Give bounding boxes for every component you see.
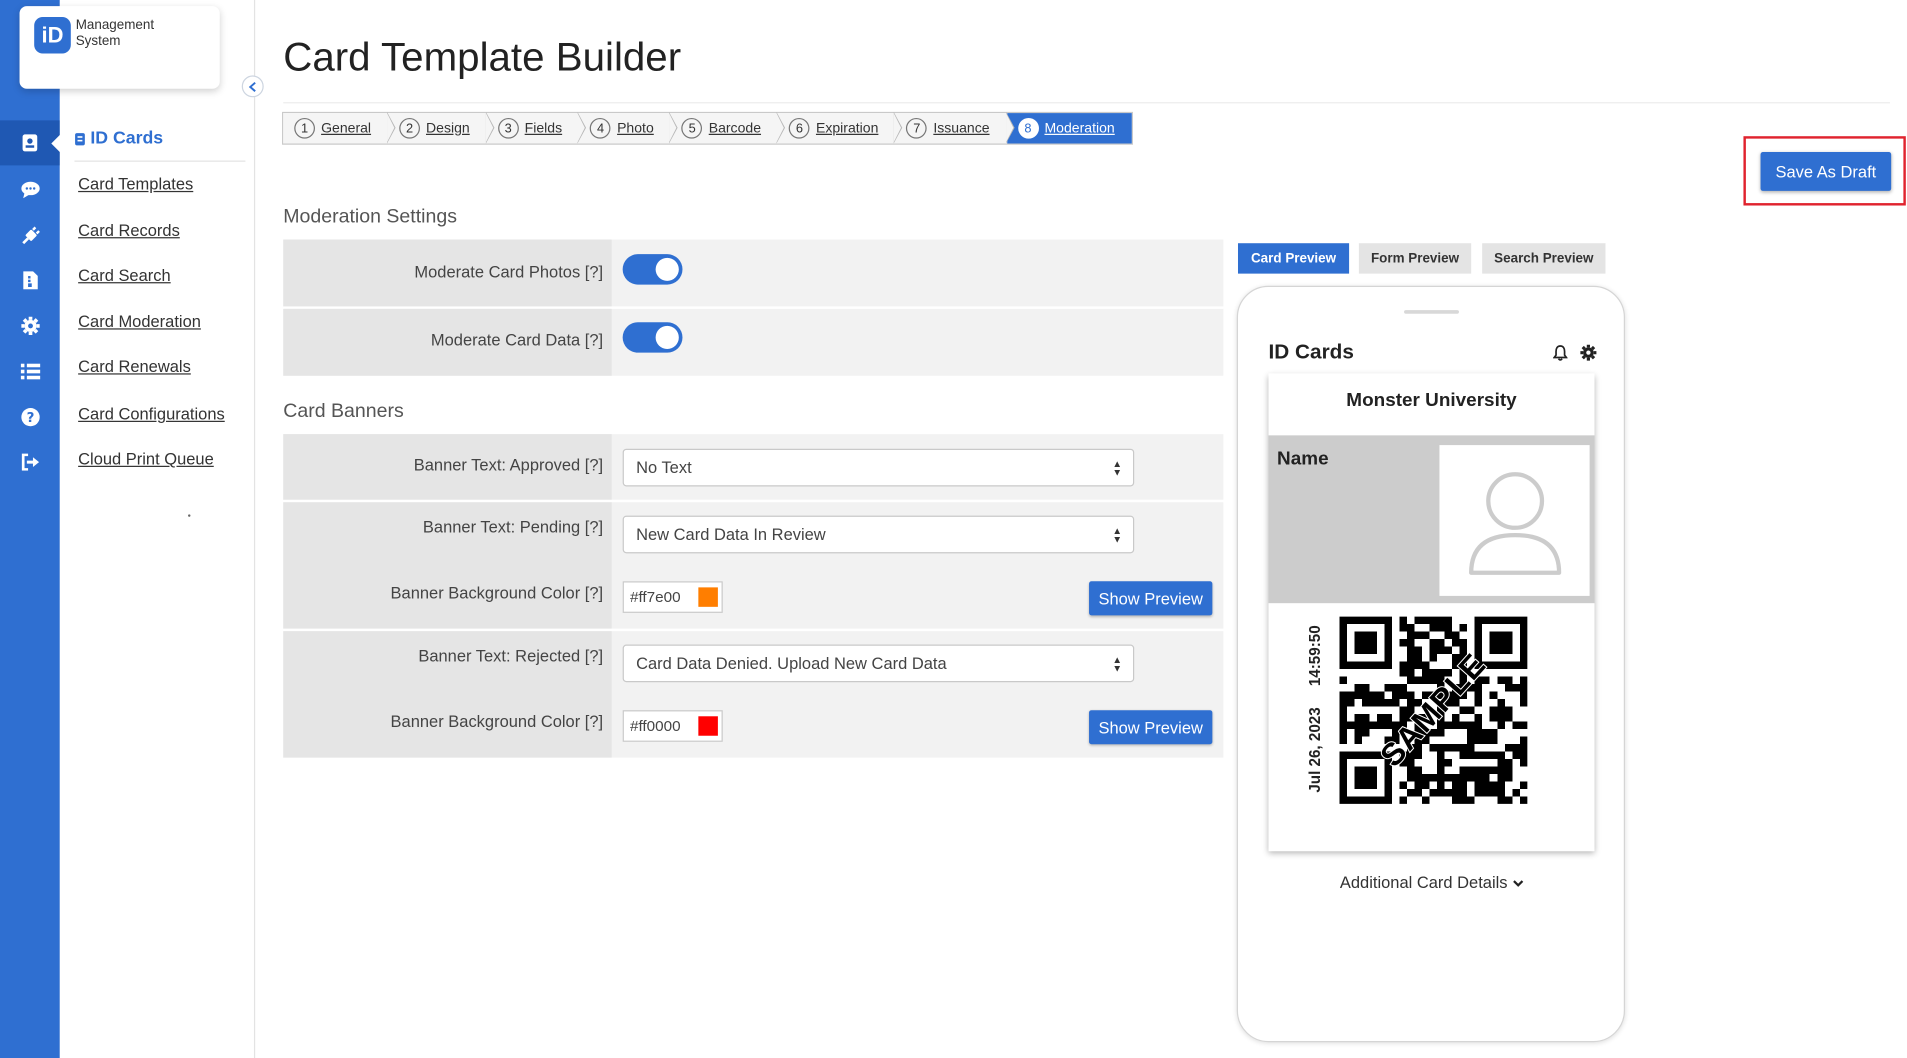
show-preview-pending-button[interactable]: Show Preview bbox=[1089, 581, 1213, 616]
additional-card-details-toggle[interactable]: Additional Card Details bbox=[1269, 873, 1595, 891]
step-general[interactable]: 1 General bbox=[283, 111, 396, 144]
nav-section-title: ID Cards bbox=[74, 129, 163, 148]
collapse-sidebar-button[interactable] bbox=[241, 75, 264, 98]
banner-rejected-select[interactable]: Card Data Denied. Upload New Card Data ▲… bbox=[622, 644, 1135, 683]
chevron-down-icon bbox=[1512, 880, 1523, 887]
banner-approved-select[interactable]: No Text ▲ ▼ bbox=[622, 448, 1135, 487]
banner-rejected-color-input[interactable]: #ff0000 bbox=[622, 710, 723, 742]
moderate-data-label: Moderate Card Data [?] bbox=[430, 330, 604, 350]
banner-approved-label: Banner Text: Approved [?] bbox=[413, 456, 604, 475]
gear-icon[interactable] bbox=[1580, 344, 1597, 361]
step-moderation[interactable]: 8 Moderation bbox=[1006, 113, 1132, 144]
save-as-draft-button[interactable]: Save As Draft bbox=[1760, 152, 1892, 191]
preview-app-title: ID Cards bbox=[1268, 340, 1354, 364]
card-timestamp: Jul 26, 2023 14:59:50 bbox=[1306, 625, 1324, 793]
gear-icon[interactable] bbox=[0, 303, 60, 348]
user-placeholder-icon bbox=[1468, 472, 1561, 575]
step-fields[interactable]: 3 Fields bbox=[486, 111, 587, 144]
sidebar-nav bbox=[59, 0, 256, 1058]
nav-link-card-configurations[interactable]: Card Configurations bbox=[78, 405, 225, 423]
phone-notch bbox=[1404, 310, 1459, 314]
nav-link-card-search[interactable]: Card Search bbox=[78, 266, 171, 284]
plug-icon[interactable] bbox=[0, 213, 60, 258]
card-school-name: Monster University bbox=[1346, 390, 1517, 412]
moderate-data-toggle[interactable] bbox=[622, 322, 683, 353]
nav-link-card-moderation[interactable]: Card Moderation bbox=[78, 313, 201, 331]
color-swatch[interactable] bbox=[698, 587, 718, 607]
bell-icon[interactable] bbox=[1552, 344, 1568, 361]
step-design[interactable]: 2 Design bbox=[388, 111, 494, 144]
moderate-photos-toggle[interactable] bbox=[622, 254, 683, 285]
color-swatch[interactable] bbox=[698, 716, 718, 736]
logo-text: Management System bbox=[75, 18, 155, 49]
tab-search-preview[interactable]: Search Preview bbox=[1482, 243, 1606, 274]
step-barcode[interactable]: 5 Barcode bbox=[670, 111, 786, 144]
tab-card-preview[interactable]: Card Preview bbox=[1237, 243, 1350, 274]
sort-caret-icon: ▲ ▼ bbox=[1112, 458, 1123, 478]
banner-pending-label: Banner Text: Pending [?] bbox=[422, 518, 604, 537]
document-icon[interactable] bbox=[0, 258, 60, 303]
page-title: Card Template Builder bbox=[283, 34, 682, 80]
card-name-label: Name bbox=[1277, 448, 1329, 470]
nav-link-card-templates[interactable]: Card Templates bbox=[78, 175, 193, 193]
nav-link-card-renewals[interactable]: Card Renewals bbox=[78, 358, 191, 376]
card-banners-heading: Card Banners bbox=[283, 401, 404, 422]
moderate-data-row: Moderate Card Data [?] bbox=[283, 308, 1224, 376]
moderate-photos-row: Moderate Card Photos [?] bbox=[283, 239, 1224, 307]
nav-dot bbox=[188, 514, 191, 517]
banner-pending-bg-label: Banner Background Color [?] bbox=[390, 583, 604, 602]
tab-form-preview[interactable]: Form Preview bbox=[1358, 243, 1472, 274]
banner-pending-color-input[interactable]: #ff7e00 bbox=[622, 581, 723, 613]
banner-rejected-bg-label: Banner Background Color [?] bbox=[390, 712, 604, 731]
nav-divider bbox=[74, 160, 246, 162]
sort-caret-icon: ▲ ▼ bbox=[1112, 525, 1123, 545]
app-logo[interactable]: iD Management System bbox=[19, 6, 220, 89]
banner-pending-select[interactable]: New Card Data In Review ▲ ▼ bbox=[622, 515, 1135, 554]
list-icon[interactable] bbox=[0, 349, 60, 394]
step-issuance[interactable]: 7 Issuance bbox=[895, 111, 1014, 144]
title-divider bbox=[283, 102, 1890, 104]
moderation-settings-heading: Moderation Settings bbox=[283, 206, 457, 228]
help-icon[interactable]: ? bbox=[0, 394, 60, 439]
chevron-left-icon bbox=[248, 81, 256, 92]
wizard-steps: 1 General 2 Design 3 Fields 4 Photo 5 Barcode… bbox=[282, 111, 1134, 145]
logo-mark: iD bbox=[34, 17, 71, 54]
step-expiration[interactable]: 6 Expiration bbox=[778, 111, 904, 144]
id-card-icon bbox=[75, 132, 85, 145]
show-preview-rejected-button[interactable]: Show Preview bbox=[1089, 710, 1213, 745]
banner-rejected-label: Banner Text: Rejected [?] bbox=[418, 646, 604, 666]
sign-out-icon[interactable] bbox=[0, 439, 60, 484]
step-photo[interactable]: 4 Photo bbox=[579, 111, 679, 144]
nav-link-card-records[interactable]: Card Records bbox=[78, 221, 180, 239]
svg-text:?: ? bbox=[26, 410, 34, 425]
moderate-photos-label: Moderate Card Photos [?] bbox=[414, 262, 604, 281]
nav-link-cloud-print-queue[interactable]: Cloud Print Queue bbox=[78, 450, 214, 468]
card-photo bbox=[1439, 445, 1590, 596]
sort-caret-icon: ▲ ▼ bbox=[1112, 654, 1123, 674]
id-card-icon[interactable] bbox=[0, 120, 62, 166]
chat-icon[interactable] bbox=[0, 167, 60, 212]
